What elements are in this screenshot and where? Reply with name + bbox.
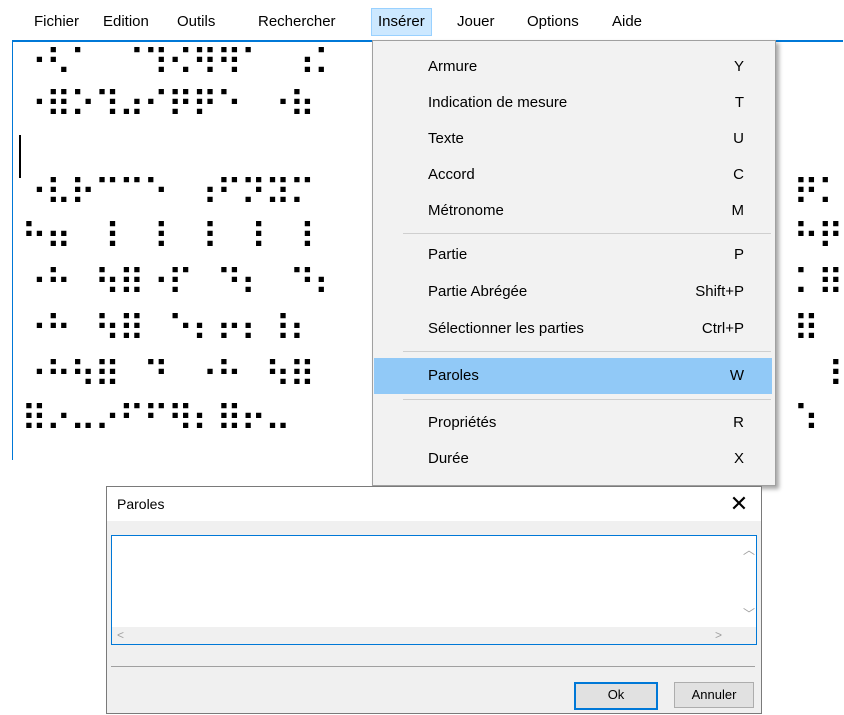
braille-line: ⠐⠓⠀⠳⠿⠀⠑⠆⠖⠆⠸⠆	[21, 309, 315, 350]
menu-item-accord[interactable]: Accord C	[374, 157, 772, 193]
menu-item-label: Durée	[428, 450, 469, 467]
menu-item-label: Texte	[428, 130, 464, 147]
braille-line: ⠐⠣⠁⠀⠈⠹⠪⠻⠻⠁⠀⠰⠅	[21, 43, 340, 84]
menu-item-shortcut: Y	[733, 58, 744, 75]
scroll-down-icon[interactable]: ﹀	[743, 608, 755, 620]
braille-line-right: ⠓⠟	[793, 217, 844, 258]
menu-separator	[403, 233, 771, 234]
dialog-titlebar[interactable]: Paroles ✕	[107, 487, 761, 521]
menu-item-label: Paroles	[428, 367, 479, 384]
scroll-right-icon[interactable]: >	[715, 629, 722, 641]
menu-item-label: Accord	[428, 166, 475, 183]
braille-line-right: ⠟⠅	[793, 173, 844, 214]
menu-item-label: Indication de mesure	[428, 94, 568, 111]
lyrics-textarea[interactable]: ︿ ﹀ < >	[111, 535, 757, 645]
menu-item-shortcut: W	[729, 367, 744, 384]
braille-line: ⠓⠶⠀⠸⠀⠸⠀⠸⠀⠸⠀⠸	[21, 217, 315, 258]
menu-options[interactable]: Options	[521, 9, 585, 35]
paroles-dialog: Paroles ✕ ︿ ﹀ < > Ok Annuler	[106, 486, 762, 714]
braille-line: ⠐⠓⠀⠳⠿⠐⠏⠀⠙⠆⠀⠙⠆	[21, 263, 340, 304]
menu-rechercher[interactable]: Rechercher	[252, 9, 342, 35]
menu-item-shortcut: Shift+P	[695, 283, 744, 300]
menu-item-shortcut: P	[733, 246, 744, 263]
horizontal-scrollbar[interactable]: < >	[112, 627, 739, 644]
scroll-up-icon[interactable]: ︿	[743, 544, 755, 556]
menu-item-label: Partie Abrégée	[428, 283, 528, 300]
menu-item-armure[interactable]: Armure Y	[374, 49, 772, 85]
text-caret	[19, 135, 21, 178]
menu-item-partie-abregee[interactable]: Partie Abrégée Shift+P	[374, 274, 772, 310]
menu-separator	[403, 351, 771, 352]
menu-item-label: Métronome	[428, 202, 504, 219]
menu-separator	[403, 399, 771, 400]
braille-line: ⠐⠧⠗⠉⠉⠑⠀⠰⠋⠝⠽⠍	[21, 173, 315, 214]
menu-edition[interactable]: Edition	[97, 9, 155, 35]
braille-line-right: ⠅⠿	[793, 263, 844, 304]
braille-line: ⠐⠿⠕⠹⠴⠊⠟⠟⠑⠀⠐⠷	[21, 85, 315, 126]
menu-outils[interactable]: Outils	[171, 9, 221, 35]
menu-bar: Fichier Edition Outils Rechercher Insére…	[0, 0, 844, 40]
ok-button[interactable]: Ok	[574, 682, 658, 710]
braille-line: ⠿⠔⠤⠔⠋⠋⠻⠆⠿⠖⠤⠀	[21, 399, 315, 440]
braille-line-right: ⠱⠀⠅	[793, 399, 844, 440]
menu-item-shortcut: C	[733, 166, 744, 183]
menu-item-partie[interactable]: Partie P	[374, 237, 772, 273]
menu-item-texte[interactable]: Texte U	[374, 121, 772, 157]
menu-fichier[interactable]: Fichier	[28, 9, 85, 35]
dialog-title: Paroles	[117, 496, 165, 512]
menu-item-label: Sélectionner les parties	[428, 320, 584, 337]
braille-line-right: ⠀⠸	[793, 355, 844, 396]
menu-item-duree[interactable]: Durée X	[374, 441, 772, 477]
menu-item-shortcut: R	[733, 414, 744, 431]
braille-line: ⠐⠓⠳⠿⠀⠙⠀⠐⠓⠀⠳⠿	[21, 355, 315, 396]
menu-inserer[interactable]: Insérer	[371, 8, 432, 36]
menu-item-selectionner-les-parties[interactable]: Sélectionner les parties Ctrl+P	[374, 311, 772, 347]
cancel-button[interactable]: Annuler	[674, 682, 754, 708]
menu-item-label: Armure	[428, 58, 478, 75]
dialog-separator	[111, 666, 755, 667]
menu-item-paroles[interactable]: Paroles W	[374, 358, 772, 394]
menu-item-label: Propriétés	[428, 414, 497, 431]
braille-line-right: ⠿⠀⠄	[793, 309, 844, 350]
menu-item-shortcut: U	[733, 130, 744, 147]
vertical-scrollbar[interactable]: ︿ ﹀	[739, 536, 756, 627]
menu-item-shortcut: M	[731, 202, 745, 219]
close-icon[interactable]: ✕	[725, 490, 753, 518]
scrollbar-corner	[739, 627, 756, 644]
menu-item-proprietes[interactable]: Propriétés R	[374, 405, 772, 441]
inserer-dropdown-menu: Armure Y Indication de mesure T Texte U …	[372, 40, 776, 486]
menu-jouer[interactable]: Jouer	[451, 9, 501, 35]
menu-item-indication-de-mesure[interactable]: Indication de mesure T	[374, 85, 772, 121]
menu-item-shortcut: Ctrl+P	[701, 320, 744, 337]
menu-item-shortcut: X	[733, 450, 744, 467]
menu-item-shortcut: T	[734, 94, 744, 111]
menu-item-metronome[interactable]: Métronome M	[374, 193, 772, 229]
menu-item-label: Partie	[428, 246, 468, 263]
scroll-left-icon[interactable]: <	[117, 629, 124, 641]
menu-aide[interactable]: Aide	[606, 9, 648, 35]
